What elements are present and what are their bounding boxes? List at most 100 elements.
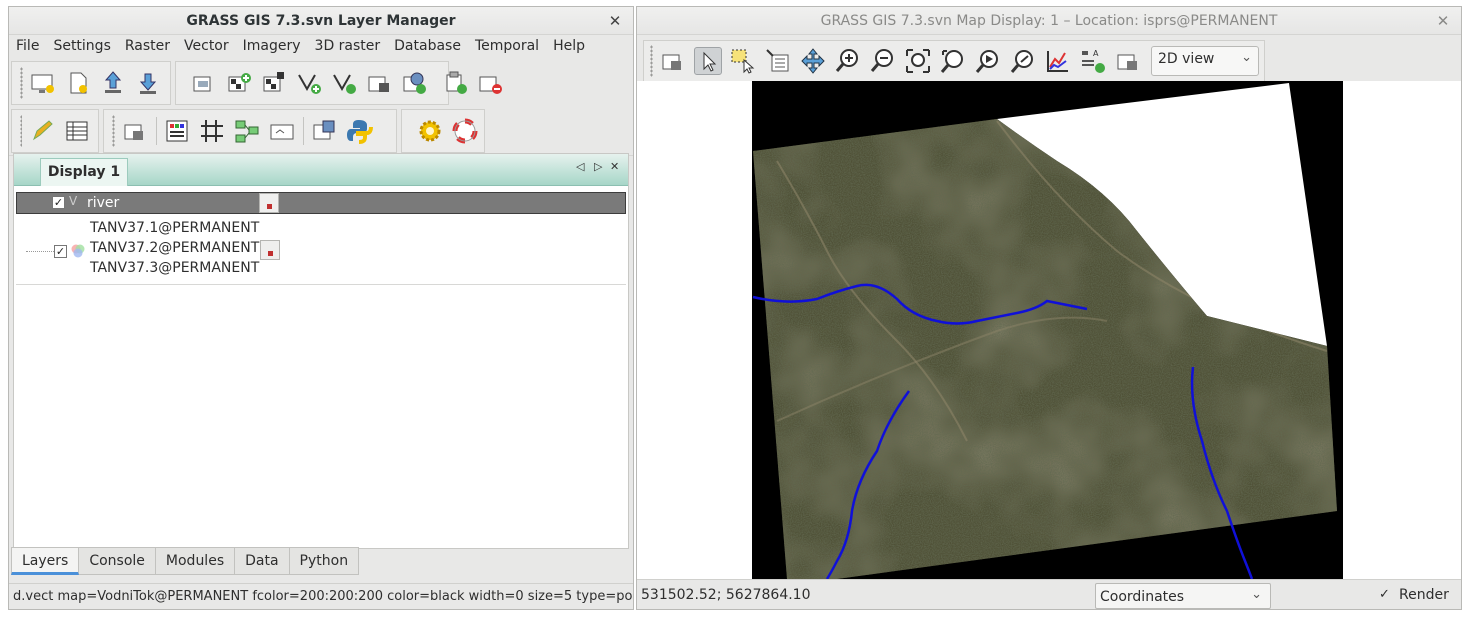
layer-toolbar xyxy=(175,61,502,105)
zoom-back-icon[interactable] xyxy=(974,47,1002,75)
add-web-service-icon[interactable] xyxy=(400,69,428,97)
zoom-out-icon[interactable] xyxy=(869,47,897,75)
query-icon[interactable] xyxy=(764,47,792,75)
view-mode-value: 2D view xyxy=(1158,51,1215,67)
save-display-icon[interactable] xyxy=(1114,47,1142,75)
new-workspace-icon[interactable] xyxy=(64,69,92,97)
menu-imagery[interactable]: Imagery xyxy=(236,36,308,58)
render-checkbox[interactable]: ✓ xyxy=(1379,588,1393,602)
toolbar-row-1 xyxy=(9,58,633,108)
add-overlay-icon[interactable] xyxy=(365,69,393,97)
tab-data[interactable]: Data xyxy=(235,547,290,575)
map-display-titlebar[interactable]: GRASS GIS 7.3.svn Map Display: 1 – Locat… xyxy=(637,7,1461,35)
bottom-tabs: Layers Console Modules Data Python xyxy=(9,547,360,577)
menu-raster[interactable]: Raster xyxy=(118,36,177,58)
layer-checkbox[interactable]: ✓ xyxy=(54,245,67,258)
notebook-tabbar: Display 1 ◁ ▷ ✕ xyxy=(14,154,628,186)
close-tab-icon[interactable]: ✕ xyxy=(610,160,619,173)
rgb-band-blue[interactable]: TANV37.3@PERMANENT xyxy=(90,260,259,276)
tab-scroll-left-icon[interactable]: ◁ xyxy=(576,160,584,173)
rgb-layer-icon xyxy=(70,243,86,259)
cartographic-composer-icon[interactable] xyxy=(268,117,296,145)
menu-3d-raster[interactable]: 3D raster xyxy=(308,36,388,58)
layer-row-river[interactable]: ✓ V river xyxy=(16,192,626,214)
zoom-menu-icon[interactable] xyxy=(1009,47,1037,75)
add-raster-misc-icon[interactable] xyxy=(260,69,288,97)
add-raster-icon[interactable] xyxy=(225,69,253,97)
save-workspace-icon[interactable] xyxy=(134,69,162,97)
layer-properties-button[interactable] xyxy=(259,193,279,213)
graphical-modeler-icon[interactable] xyxy=(233,117,261,145)
map-display-title: GRASS GIS 7.3.svn Map Display: 1 – Locat… xyxy=(820,13,1278,29)
select-vector-icon[interactable] xyxy=(729,47,757,75)
misc-toolbar xyxy=(401,109,485,153)
tree-connector xyxy=(26,251,54,252)
statusbar-mode-select[interactable]: Coordinates ⌄ xyxy=(1095,583,1271,609)
zoom-extent-icon[interactable] xyxy=(904,47,932,75)
pointer-icon[interactable] xyxy=(694,47,722,75)
toolbar-grip[interactable] xyxy=(20,67,23,99)
svg-text:A: A xyxy=(1093,49,1099,58)
analyze-icon[interactable] xyxy=(1044,47,1072,75)
add-vector-icon[interactable] xyxy=(295,69,323,97)
toolbar-grip[interactable] xyxy=(20,115,22,147)
map-toolbar-group: A 2D view ⌄ xyxy=(643,40,1265,82)
grid-icon[interactable] xyxy=(198,117,226,145)
add-vector-misc-icon[interactable] xyxy=(330,69,358,97)
render-label: Render xyxy=(1399,587,1449,603)
python-icon[interactable] xyxy=(345,117,373,145)
analysis-toolbar xyxy=(103,109,397,153)
new-display-icon[interactable] xyxy=(29,69,57,97)
menu-file[interactable]: File xyxy=(9,36,46,58)
tab-python[interactable]: Python xyxy=(289,547,360,575)
help-lifebuoy-icon[interactable] xyxy=(451,117,479,145)
map-rendering xyxy=(752,81,1343,579)
menu-vector[interactable]: Vector xyxy=(177,36,236,58)
tab-scroll-right-icon[interactable]: ▷ xyxy=(594,160,602,173)
display-notebook: Display 1 ◁ ▷ ✕ ✓ V river ✓ TANV37.1@PER… xyxy=(13,153,629,549)
layer-divider xyxy=(16,284,626,285)
add-group-icon[interactable] xyxy=(441,69,469,97)
toolbar-grip[interactable] xyxy=(112,115,115,147)
toolbar-row-2 xyxy=(9,106,633,156)
rgb-band-red[interactable]: TANV37.1@PERMANENT xyxy=(90,220,259,236)
menu-settings[interactable]: Settings xyxy=(46,36,117,58)
view-mode-select[interactable]: 2D view ⌄ xyxy=(1151,46,1259,76)
raster-calculator-icon[interactable] xyxy=(163,117,191,145)
statusbar-mode-value: Coordinates xyxy=(1100,589,1185,605)
vector-layer-icon: V xyxy=(69,194,78,208)
zoom-region-icon[interactable] xyxy=(939,47,967,75)
layer-properties-button[interactable] xyxy=(260,240,280,260)
rgb-band-green[interactable]: TANV37.2@PERMANENT xyxy=(90,240,259,256)
remove-layer-icon[interactable] xyxy=(476,69,504,97)
zoom-in-icon[interactable] xyxy=(834,47,862,75)
map-toolbar: A 2D view ⌄ xyxy=(637,36,1461,82)
tab-console[interactable]: Console xyxy=(79,547,156,575)
map-decorations-icon[interactable]: A xyxy=(1079,47,1107,75)
close-icon[interactable]: ✕ xyxy=(1435,7,1451,35)
settings-gear-icon[interactable] xyxy=(416,117,444,145)
open-workspace-icon[interactable] xyxy=(99,69,127,97)
tab-layers[interactable]: Layers xyxy=(11,547,80,575)
map-statusbar: 531502.52; 5627864.10 Coordinates ⌄ ✓ Re… xyxy=(637,579,1461,610)
toolbar-grip[interactable] xyxy=(650,45,653,77)
georectify-icon[interactable] xyxy=(121,117,149,145)
render-map-icon[interactable] xyxy=(659,47,687,75)
tab-display-1[interactable]: Display 1 xyxy=(40,158,128,186)
map-swipe-icon[interactable] xyxy=(310,117,338,145)
add-map-layers-icon[interactable] xyxy=(190,69,218,97)
menu-temporal[interactable]: Temporal xyxy=(468,36,546,58)
close-icon[interactable]: ✕ xyxy=(607,7,623,35)
menu-help[interactable]: Help xyxy=(546,36,592,58)
layer-manager-titlebar[interactable]: GRASS GIS 7.3.svn Layer Manager ✕ xyxy=(9,7,633,35)
map-canvas[interactable] xyxy=(637,81,1461,579)
attribute-table-icon[interactable] xyxy=(63,117,91,145)
tab-modules[interactable]: Modules xyxy=(155,547,236,575)
coordinates-readout: 531502.52; 5627864.10 xyxy=(641,587,811,603)
menu-database[interactable]: Database xyxy=(387,36,468,58)
layer-checkbox[interactable]: ✓ xyxy=(52,196,65,209)
toolbar-separator xyxy=(303,117,304,145)
pencil-icon[interactable] xyxy=(28,117,56,145)
chevron-down-icon: ⌄ xyxy=(1251,587,1262,602)
pan-icon[interactable] xyxy=(799,47,827,75)
